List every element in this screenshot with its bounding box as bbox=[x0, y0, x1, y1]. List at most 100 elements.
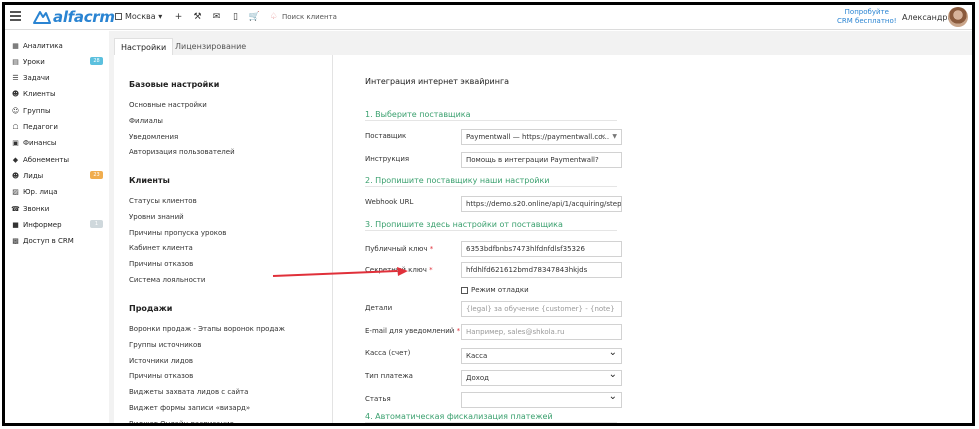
settings-link[interactable]: Уровни знаний bbox=[129, 213, 184, 221]
sidebar: ▦ Аналитика ▤ Уроки 28 ☰ Задачи ☻ Клиенты ☺ Группы… bbox=[5, 31, 109, 423]
sidebar-item-label: Звонки bbox=[23, 204, 50, 213]
required-mark: * bbox=[429, 245, 434, 253]
checkbox-box[interactable] bbox=[461, 286, 468, 294]
logo-mark-icon bbox=[33, 11, 51, 24]
sidebar-item[interactable]: ◆ Абонементы bbox=[11, 153, 103, 166]
webhook-label: Webhook URL bbox=[365, 198, 414, 206]
sidebar-item-label: Педагоги bbox=[23, 123, 58, 131]
user-plus-icon: ☻ bbox=[11, 171, 20, 180]
public-key-label: Публичный ключ * bbox=[365, 245, 433, 253]
settings-link[interactable]: Виджеты захвата лидов с сайта bbox=[129, 388, 248, 396]
instruction-label: Инструкция bbox=[365, 155, 410, 163]
count-badge: 28 bbox=[90, 57, 103, 66]
toolbar-icons: + ⚒ ✉ ▯ 🛒 ♤ bbox=[169, 11, 283, 23]
settings-link[interactable]: Группы источников bbox=[129, 341, 201, 349]
settings-link[interactable]: Основные настройки bbox=[129, 101, 207, 109]
email-label: E-mail для уведомлений * bbox=[365, 327, 460, 335]
mobile-icon[interactable]: ▯ bbox=[226, 11, 245, 23]
tab-licensing[interactable]: Лицензирование bbox=[169, 38, 252, 55]
cash-select[interactable]: Касса bbox=[461, 348, 622, 364]
provider-select[interactable]: Paymentwall — https://paymentwall.co... … bbox=[461, 129, 622, 145]
avatar[interactable] bbox=[948, 7, 968, 27]
sidebar-item[interactable]: ☺ Группы bbox=[11, 104, 103, 117]
sidebar-item[interactable]: ☎ Звонки bbox=[11, 202, 103, 215]
cash-label: Касса (счет) bbox=[365, 349, 411, 357]
debug-mode-checkbox[interactable]: Режим отладки bbox=[461, 286, 529, 294]
settings-link[interactable]: Статусы клиентов bbox=[129, 197, 197, 205]
clear-icon[interactable]: ✕ bbox=[600, 133, 606, 141]
section-fiscalization: 4. Автоматическая фискализация платежей bbox=[365, 412, 617, 423]
plus-icon[interactable]: + bbox=[169, 11, 188, 23]
count-badge: 23 bbox=[90, 171, 103, 180]
settings-link[interactable]: Система лояльности bbox=[129, 276, 205, 284]
free-trial-link[interactable]: Попробуйте CRM бесплатно! bbox=[837, 8, 897, 26]
sidebar-item[interactable]: ▩ Доступ в CRM bbox=[11, 235, 103, 248]
search-input[interactable]: Поиск клиента bbox=[282, 13, 337, 21]
settings-group-title: Продажи bbox=[129, 304, 173, 313]
sidebar-item[interactable]: ☖ Педагоги bbox=[11, 121, 103, 134]
webhook-url-field[interactable]: https://demo.s20.online/api/1/acquiring/… bbox=[461, 196, 622, 212]
settings-link[interactable]: Кабинет клиента bbox=[129, 244, 193, 252]
annotation-arrow bbox=[272, 267, 408, 277]
user-name[interactable]: Александра bbox=[902, 13, 952, 22]
sidebar-item[interactable]: ▨ Юр. лица bbox=[11, 186, 103, 199]
app-window: alfacrm Москва ▾ + ⚒ ✉ ▯ 🛒 ♤ Поиск клиен… bbox=[2, 2, 975, 426]
settings-link[interactable]: Уведомления bbox=[129, 133, 178, 141]
settings-content: Базовые настройки Основные настройки Филиа… bbox=[114, 55, 972, 423]
settings-link[interactable]: Виджет Онлайн-расписание bbox=[129, 420, 234, 423]
secret-key-field[interactable]: hfdhlfd621612bmd78347843hkjds bbox=[461, 262, 622, 278]
graduation-icon: ☖ bbox=[12, 123, 19, 131]
settings-link[interactable]: Причины пропуска уроков bbox=[129, 229, 226, 237]
required-mark: * bbox=[429, 266, 433, 274]
tag-icon: ◆ bbox=[12, 155, 19, 164]
sidebar-item[interactable]: ▣ Финансы bbox=[11, 137, 103, 150]
tab-bar: Настройки Лицензирование bbox=[109, 31, 972, 55]
public-key-field[interactable]: 6353bdfbnbs7473hlfdnfdlsf35326 bbox=[461, 241, 622, 257]
sidebar-item-label: Группы bbox=[23, 106, 51, 115]
phone-icon: ☎ bbox=[11, 204, 20, 213]
cart-icon[interactable]: 🛒 bbox=[245, 11, 264, 23]
branch-icon bbox=[115, 13, 122, 20]
settings-link[interactable]: Источники лидов bbox=[129, 357, 193, 365]
email-label-text: E-mail для уведомлений bbox=[365, 327, 455, 335]
acquiring-form: Интеграция интернет эквайринга 1. Выбери… bbox=[334, 55, 972, 423]
instruction-link[interactable]: Помощь в интеграции Paymentwall? bbox=[461, 152, 622, 168]
settings-link[interactable]: Воронки продаж - Этапы воронок продаж bbox=[129, 325, 285, 333]
logo[interactable]: alfacrm bbox=[33, 8, 115, 26]
settings-link[interactable]: Авторизация пользователей bbox=[129, 148, 235, 156]
provider-value: Paymentwall — https://paymentwall.co... bbox=[466, 133, 610, 141]
wrench-icon[interactable]: ⚒ bbox=[188, 11, 207, 23]
sidebar-item[interactable]: ☰ Задачи bbox=[11, 72, 103, 85]
promo-line-1: Попробуйте bbox=[844, 8, 889, 16]
details-label: Детали bbox=[365, 304, 393, 312]
mail-icon[interactable]: ✉ bbox=[207, 11, 226, 23]
sidebar-item-label: Абонементы bbox=[23, 155, 70, 164]
sidebar-item[interactable]: ▤ Уроки 28 bbox=[11, 55, 103, 68]
bell-icon[interactable]: ♤ bbox=[264, 11, 283, 23]
email-field[interactable]: Например, sales@shkola.ru bbox=[461, 324, 622, 340]
sidebar-item-label: Юр. лица bbox=[23, 188, 58, 197]
details-field[interactable]: {legal} за обучение {customer} - {note} bbox=[461, 301, 622, 317]
settings-link[interactable]: Виджет формы записи «визард» bbox=[129, 404, 250, 412]
sidebar-item-label: Информер bbox=[23, 220, 62, 229]
lock-icon: ▩ bbox=[12, 237, 19, 246]
sidebar-item-label: Уроки bbox=[23, 57, 45, 66]
city-selector[interactable]: Москва ▾ bbox=[115, 12, 162, 21]
sidebar-item[interactable]: ▦ Аналитика bbox=[11, 39, 103, 52]
settings-link[interactable]: Филиалы bbox=[129, 117, 163, 125]
settings-group-title: Базовые настройки bbox=[129, 80, 220, 89]
menu-icon[interactable] bbox=[10, 11, 21, 21]
tab-settings[interactable]: Настройки bbox=[114, 38, 174, 55]
sidebar-item[interactable]: ☻ Лиды 23 bbox=[11, 169, 103, 182]
settings-link[interactable]: Причины отказов bbox=[129, 260, 193, 268]
sidebar-item-label: Доступ в CRM bbox=[23, 237, 74, 246]
article-select[interactable] bbox=[461, 392, 622, 408]
article-label: Статья bbox=[365, 395, 391, 403]
settings-link[interactable]: Причины отказов bbox=[129, 372, 193, 380]
sidebar-item[interactable]: ☻ Клиенты bbox=[11, 88, 103, 101]
provider-label: Поставщик bbox=[365, 132, 407, 140]
payment-type-select[interactable]: Доход bbox=[461, 370, 622, 386]
sidebar-item[interactable]: ■ Информер 1 bbox=[11, 218, 103, 231]
sidebar-item-label: Аналитика bbox=[23, 41, 63, 50]
caret-down-icon: ▼ bbox=[612, 133, 617, 140]
